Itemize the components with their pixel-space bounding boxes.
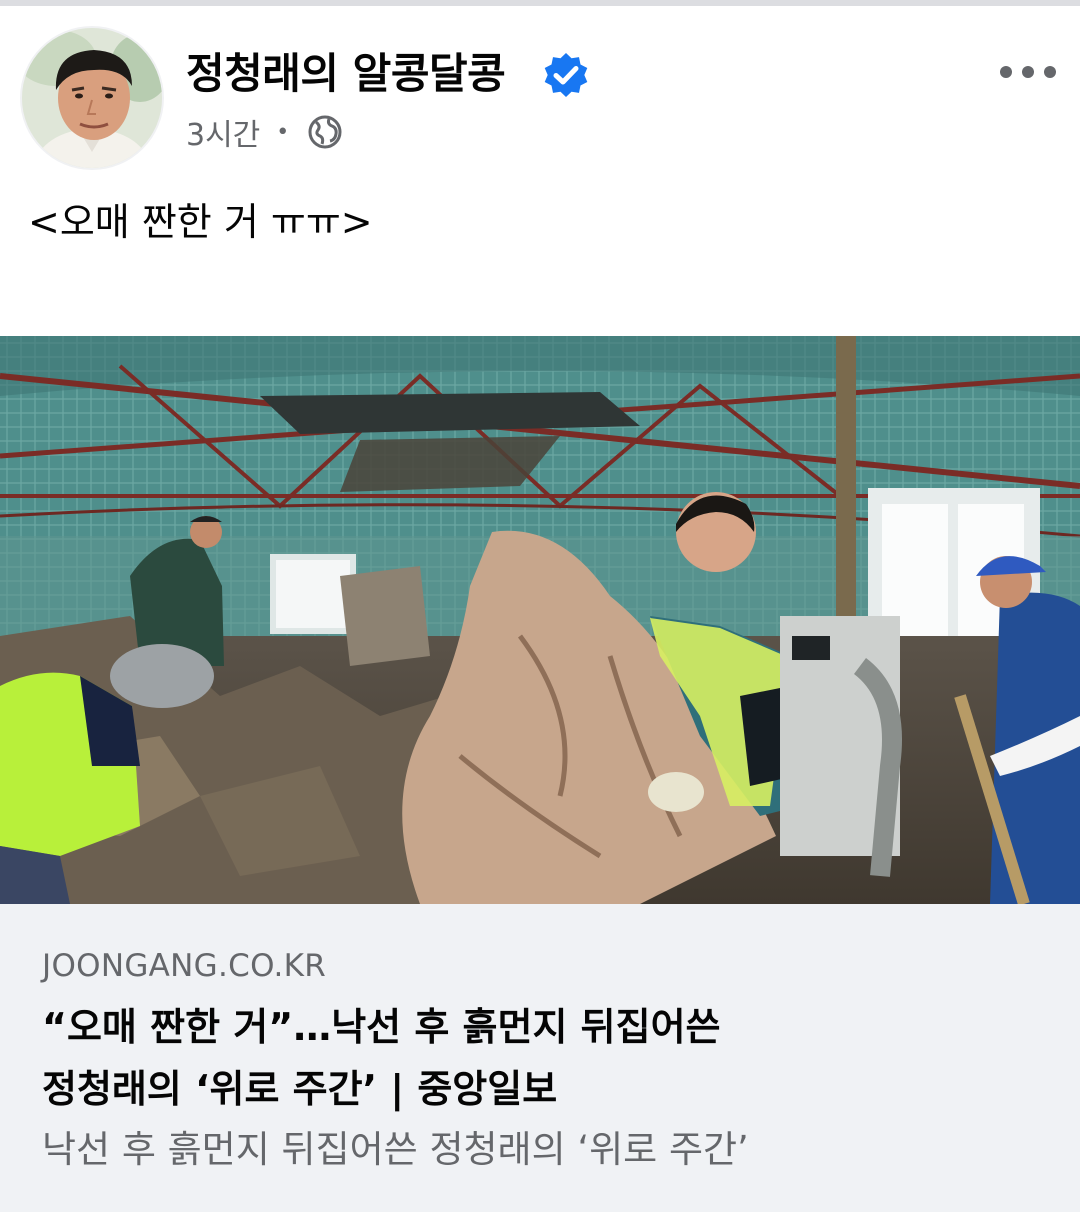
link-description: 낙선 후 흙먼지 뒤집어쓴 정청래의 ‘위로 주간’ (42, 1128, 749, 1171)
post-meta: 3시간 • (186, 108, 343, 156)
link-domain: JOONGANG.CO.KR (42, 948, 327, 984)
link-title-line-1: “오매 짠한 거”…낙선 후 흙먼지 뒤집어쓴 (42, 1005, 721, 1049)
avatar[interactable] (22, 28, 162, 168)
top-divider (0, 0, 1080, 6)
link-title[interactable]: “오매 짠한 거”…낙선 후 흙먼지 뒤집어쓴 정청래의 ‘위로 주간’ | 중… (42, 996, 1042, 1120)
globe-icon[interactable] (307, 114, 343, 150)
link-preview-image[interactable] (0, 336, 1080, 904)
link-title-line-2: 정청래의 ‘위로 주간’ | 중앙일보 (42, 1067, 558, 1111)
verified-badge-icon (544, 53, 588, 97)
author-name[interactable]: 정청래의 알콩달콩 (186, 44, 506, 104)
post-time[interactable]: 3시간 (186, 110, 260, 154)
more-options-icon[interactable] (996, 58, 1060, 86)
post-text: <오매 짠한 거 ㅠㅠ> (28, 200, 373, 244)
meta-separator: • (276, 119, 290, 145)
